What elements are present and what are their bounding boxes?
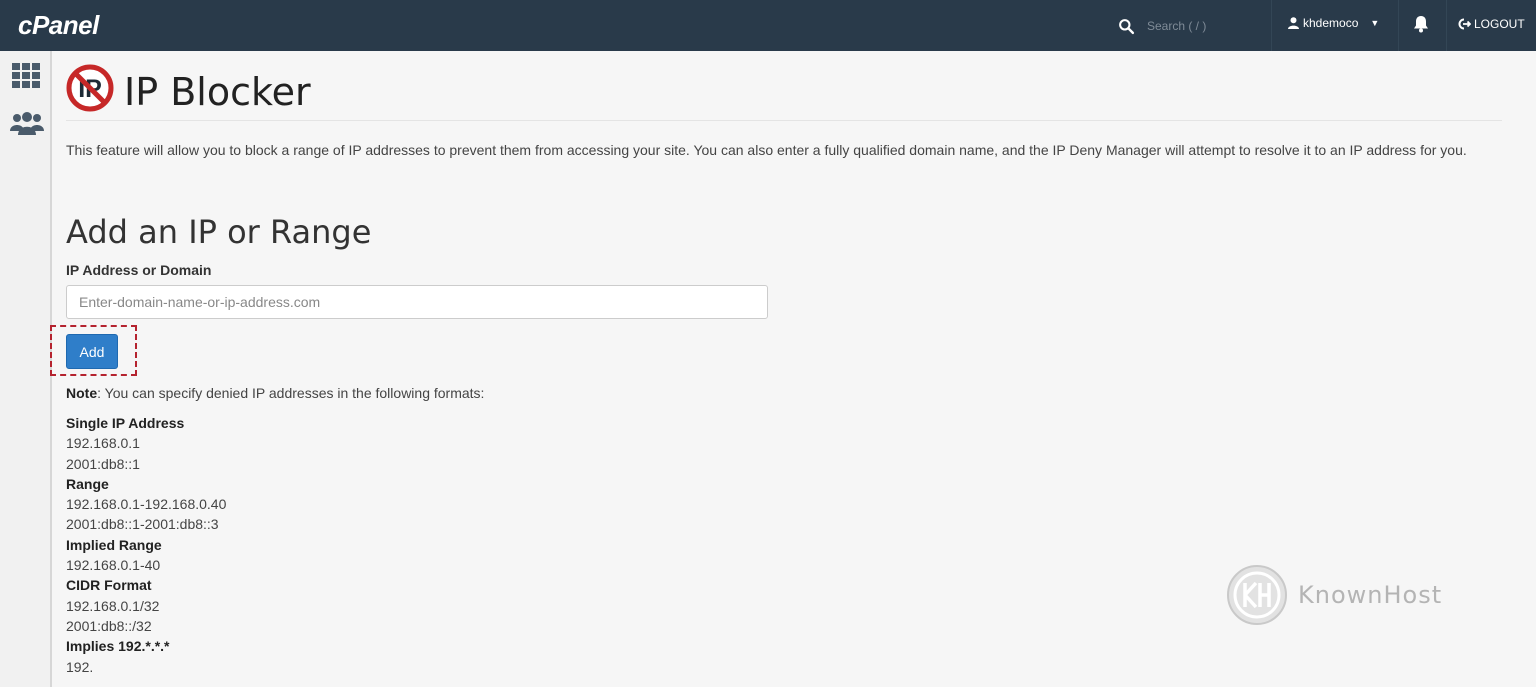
knownhost-logo-icon — [1227, 565, 1287, 625]
chevron-down-icon: ▼ — [1370, 18, 1380, 28]
top-navbar: cPanel khdemoco ▼ LOGOUT — [0, 0, 1536, 51]
username: khdemoco — [1303, 16, 1359, 30]
divider — [1271, 0, 1272, 51]
search-box[interactable] — [1118, 14, 1268, 38]
divider — [1446, 0, 1447, 51]
notifications-bell-icon[interactable] — [1413, 15, 1429, 38]
format-example: 192.168.0.1-40 — [66, 557, 161, 574]
section-title: Add an IP or Range — [66, 213, 372, 251]
page-description: This feature will allow you to block a r… — [66, 142, 1467, 158]
search-icon — [1119, 18, 1135, 34]
search-input[interactable] — [1145, 18, 1259, 34]
format-example: 192. — [66, 658, 94, 675]
format-example: 192.168.0.1 — [66, 435, 140, 452]
knownhost-watermark: KnownHost — [1226, 564, 1466, 626]
format-heading: Range — [66, 475, 109, 492]
format-example: 2001:db8::1 — [66, 455, 140, 472]
add-button[interactable]: Add — [66, 334, 118, 369]
page-title: IP Blocker — [124, 70, 311, 114]
format-example: 192.168.0.1/32 — [66, 597, 160, 614]
divider — [1398, 0, 1399, 51]
format-heading: CIDR Format — [66, 577, 152, 594]
format-example: 2001:db8::/32 — [66, 617, 152, 634]
user-menu[interactable]: khdemoco ▼ — [1288, 16, 1379, 30]
format-example: 2001:db8::1-2001:db8::3 — [66, 516, 219, 533]
format-heading: Implied Range — [66, 536, 162, 553]
format-example: 192.168.0.1-192.168.0.40 — [66, 496, 227, 513]
ip-field-label: IP Address or Domain — [66, 262, 212, 278]
sidebar — [0, 51, 52, 687]
page-header: IP IP Blocker — [66, 64, 1502, 121]
users-icon[interactable] — [9, 111, 45, 142]
logout-label: LOGOUT — [1474, 17, 1525, 31]
formats-list: Single IP Address 192.168.0.1 2001:db8::… — [66, 413, 226, 677]
ip-blocker-icon: IP — [66, 64, 114, 112]
logout-button[interactable]: LOGOUT — [1458, 17, 1525, 31]
watermark-text: KnownHost — [1298, 581, 1443, 609]
cpanel-logo[interactable]: cPanel — [18, 10, 99, 41]
ip-domain-input[interactable] — [66, 285, 768, 319]
format-heading: Implies 192.*.*.* — [66, 638, 170, 655]
format-heading: Single IP Address — [66, 415, 185, 431]
note: Note: You can specify denied IP addresse… — [66, 385, 484, 401]
note-label: Note — [66, 385, 98, 401]
user-icon — [1288, 17, 1299, 29]
grid-icon[interactable] — [11, 63, 41, 94]
note-text: : You can specify denied IP addresses in… — [97, 385, 485, 401]
logout-icon — [1458, 18, 1471, 30]
